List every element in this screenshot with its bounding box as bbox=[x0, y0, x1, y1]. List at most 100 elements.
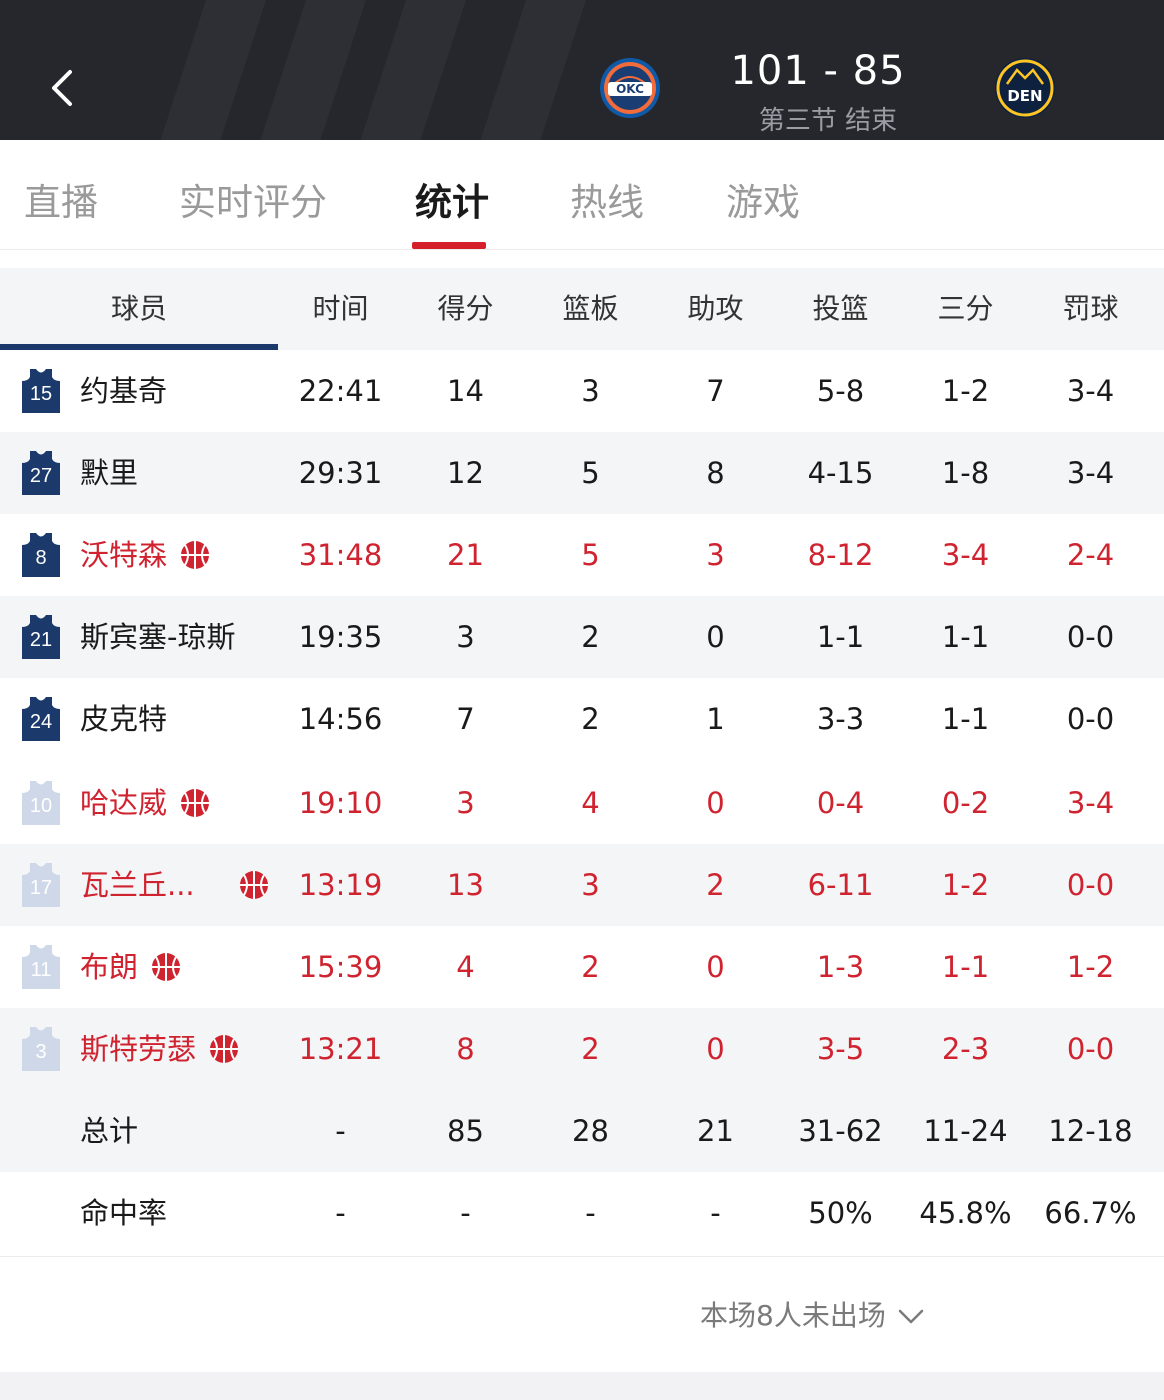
player-cell[interactable]: 21 斯宾塞-琼斯 bbox=[0, 596, 278, 678]
tab-bar: 直播 实时评分 统计 热线 游戏 bbox=[0, 140, 1164, 250]
totals-row: 总计 - 85 28 21 31-62 11-24 12-18 bbox=[0, 1090, 1164, 1172]
table-bottom-divider bbox=[0, 1256, 1164, 1257]
cell-points: 4 bbox=[456, 950, 475, 984]
player-cell[interactable]: 15 约基奇 bbox=[0, 350, 278, 432]
cell-rebounds: 5 bbox=[581, 456, 600, 490]
summary-label-cell: 总计 bbox=[0, 1090, 278, 1172]
den-logo-icon[interactable]: DEN bbox=[993, 56, 1057, 120]
player-name[interactable]: 哈达威 bbox=[80, 762, 167, 844]
cell-points: - bbox=[460, 1196, 471, 1230]
cell-assists: 8 bbox=[706, 456, 725, 490]
cell-three: 45.8% bbox=[919, 1196, 1012, 1230]
jersey-number: 11 bbox=[30, 959, 52, 981]
column-header-time[interactable]: 时间 bbox=[278, 268, 403, 350]
player-name[interactable]: 布朗 bbox=[80, 926, 138, 1008]
cell-rebounds: 3 bbox=[581, 374, 600, 408]
cell-time: 31:48 bbox=[298, 538, 383, 572]
cell-three: 2-3 bbox=[941, 1032, 990, 1066]
game-header: OKC 101 - 85 第三节 结束 DEN bbox=[0, 0, 1164, 140]
cell-points: 12 bbox=[447, 456, 484, 490]
player-cell[interactable]: 27 默里 bbox=[0, 432, 278, 514]
jersey-icon: 11 bbox=[22, 945, 60, 989]
jersey-icon: 10 bbox=[22, 781, 60, 825]
cell-ft: 12-18 bbox=[1048, 1114, 1133, 1148]
jersey-number: 24 bbox=[29, 711, 53, 733]
inactive-players-label: 本场8人未出场 bbox=[700, 1299, 886, 1332]
player-cell[interactable]: 11 布朗 bbox=[0, 926, 278, 1008]
jersey-icon: 24 bbox=[22, 697, 60, 741]
cell-fg: 0-4 bbox=[816, 786, 865, 820]
cell-assists: 7 bbox=[706, 374, 725, 408]
cell-assists: 0 bbox=[706, 950, 725, 984]
player-row[interactable]: 24 皮克特 14:56 7 2 1 3-3 1-1 0-0 bbox=[0, 678, 1164, 760]
jersey-number: 15 bbox=[29, 383, 53, 405]
cell-fg: 3-5 bbox=[816, 1032, 865, 1066]
column-header-fg[interactable]: 投篮 bbox=[778, 268, 903, 350]
cell-ft: 3-4 bbox=[1066, 786, 1115, 820]
jersey-number: 27 bbox=[29, 465, 53, 487]
player-name[interactable]: 沃特森 bbox=[80, 514, 167, 596]
cell-points: 85 bbox=[447, 1114, 484, 1148]
tab-live[interactable]: 直播 bbox=[24, 172, 98, 226]
okc-logo-icon[interactable]: OKC bbox=[598, 56, 662, 120]
jersey-icon: 17 bbox=[22, 863, 60, 907]
jersey-icon: 8 bbox=[22, 533, 60, 577]
summary-label-cell: 命中率 bbox=[0, 1172, 278, 1254]
player-row[interactable]: 21 斯宾塞-琼斯 19:35 3 2 0 1-1 1-1 0-0 bbox=[0, 596, 1164, 678]
summary-label: 总计 bbox=[80, 1114, 139, 1148]
cell-ft: 3-4 bbox=[1066, 374, 1115, 408]
header-decoration bbox=[347, 0, 473, 140]
player-cell[interactable]: 24 皮克特 bbox=[0, 678, 278, 760]
tab-games[interactable]: 游戏 bbox=[726, 172, 800, 226]
jersey-icon: 15 bbox=[22, 369, 60, 413]
jersey-icon: 21 bbox=[22, 615, 60, 659]
header-decoration bbox=[247, 0, 373, 140]
column-header-player[interactable]: 球员 bbox=[0, 268, 278, 350]
tab-hotline[interactable]: 热线 bbox=[570, 172, 644, 226]
player-name[interactable]: 斯宾塞-琼斯 bbox=[80, 596, 235, 678]
cell-time: 15:39 bbox=[298, 950, 383, 984]
cell-time: 19:35 bbox=[298, 620, 383, 654]
cell-assists: - bbox=[710, 1196, 721, 1230]
cell-points: 3 bbox=[456, 620, 475, 654]
player-row[interactable]: 17 瓦兰丘... 13:19 13 3 2 6-11 1-2 0-0 bbox=[0, 844, 1164, 926]
bottom-strip bbox=[0, 1372, 1164, 1400]
cell-time: 19:10 bbox=[298, 786, 383, 820]
player-cell[interactable]: 10 哈达威 bbox=[0, 762, 278, 844]
cell-time: - bbox=[335, 1114, 346, 1148]
column-header-ft[interactable]: 罚球 bbox=[1028, 268, 1153, 350]
cell-rebounds: - bbox=[585, 1196, 596, 1230]
player-row[interactable]: 3 斯特劳瑟 13:21 8 2 0 3-5 2-3 0-0 bbox=[0, 1008, 1164, 1090]
cell-fg: 1-3 bbox=[816, 950, 865, 984]
player-row[interactable]: 15 约基奇 22:41 14 3 7 5-8 1-2 3-4 bbox=[0, 350, 1164, 432]
show-inactive-button[interactable]: 本场8人未出场 bbox=[700, 1294, 926, 1334]
cell-assists: 2 bbox=[706, 868, 725, 902]
player-name[interactable]: 默里 bbox=[80, 432, 138, 514]
chevron-left-icon bbox=[52, 70, 72, 106]
player-row[interactable]: 8 沃特森 31:48 21 5 3 8-12 3-4 2-4 bbox=[0, 514, 1164, 596]
tab-stats[interactable]: 统计 bbox=[415, 172, 489, 226]
player-row[interactable]: 10 哈达威 19:10 3 4 0 0-4 0-2 3-4 bbox=[0, 762, 1164, 844]
player-cell[interactable]: 8 沃特森 bbox=[0, 514, 278, 596]
cell-three: 1-2 bbox=[941, 868, 990, 902]
player-name[interactable]: 斯特劳瑟 bbox=[80, 1008, 196, 1090]
tab-ratings[interactable]: 实时评分 bbox=[179, 172, 327, 226]
cell-rebounds: 4 bbox=[581, 786, 600, 820]
player-name[interactable]: 瓦兰丘... bbox=[80, 844, 195, 926]
back-button[interactable] bbox=[34, 58, 94, 118]
player-name[interactable]: 约基奇 bbox=[80, 350, 167, 432]
column-header-three[interactable]: 三分 bbox=[903, 268, 1028, 350]
player-row[interactable]: 11 布朗 15:39 4 2 0 1-3 1-1 1-2 bbox=[0, 926, 1164, 1008]
column-header-points[interactable]: 得分 bbox=[403, 268, 528, 350]
player-name[interactable]: 皮克特 bbox=[80, 678, 167, 760]
column-header-rebounds[interactable]: 篮板 bbox=[528, 268, 653, 350]
cell-rebounds: 2 bbox=[581, 1032, 600, 1066]
player-row[interactable]: 27 默里 29:31 12 5 8 4-15 1-8 3-4 bbox=[0, 432, 1164, 514]
cell-assists: 0 bbox=[706, 786, 725, 820]
jersey-number: 3 bbox=[35, 1041, 47, 1063]
column-header-assists[interactable]: 助攻 bbox=[653, 268, 778, 350]
cell-fg: 4-15 bbox=[807, 456, 874, 490]
game-score: 101 - 85 bbox=[730, 48, 906, 94]
svg-text:OKC: OKC bbox=[616, 82, 644, 96]
player-cell[interactable]: 17 瓦兰丘... bbox=[0, 844, 278, 926]
